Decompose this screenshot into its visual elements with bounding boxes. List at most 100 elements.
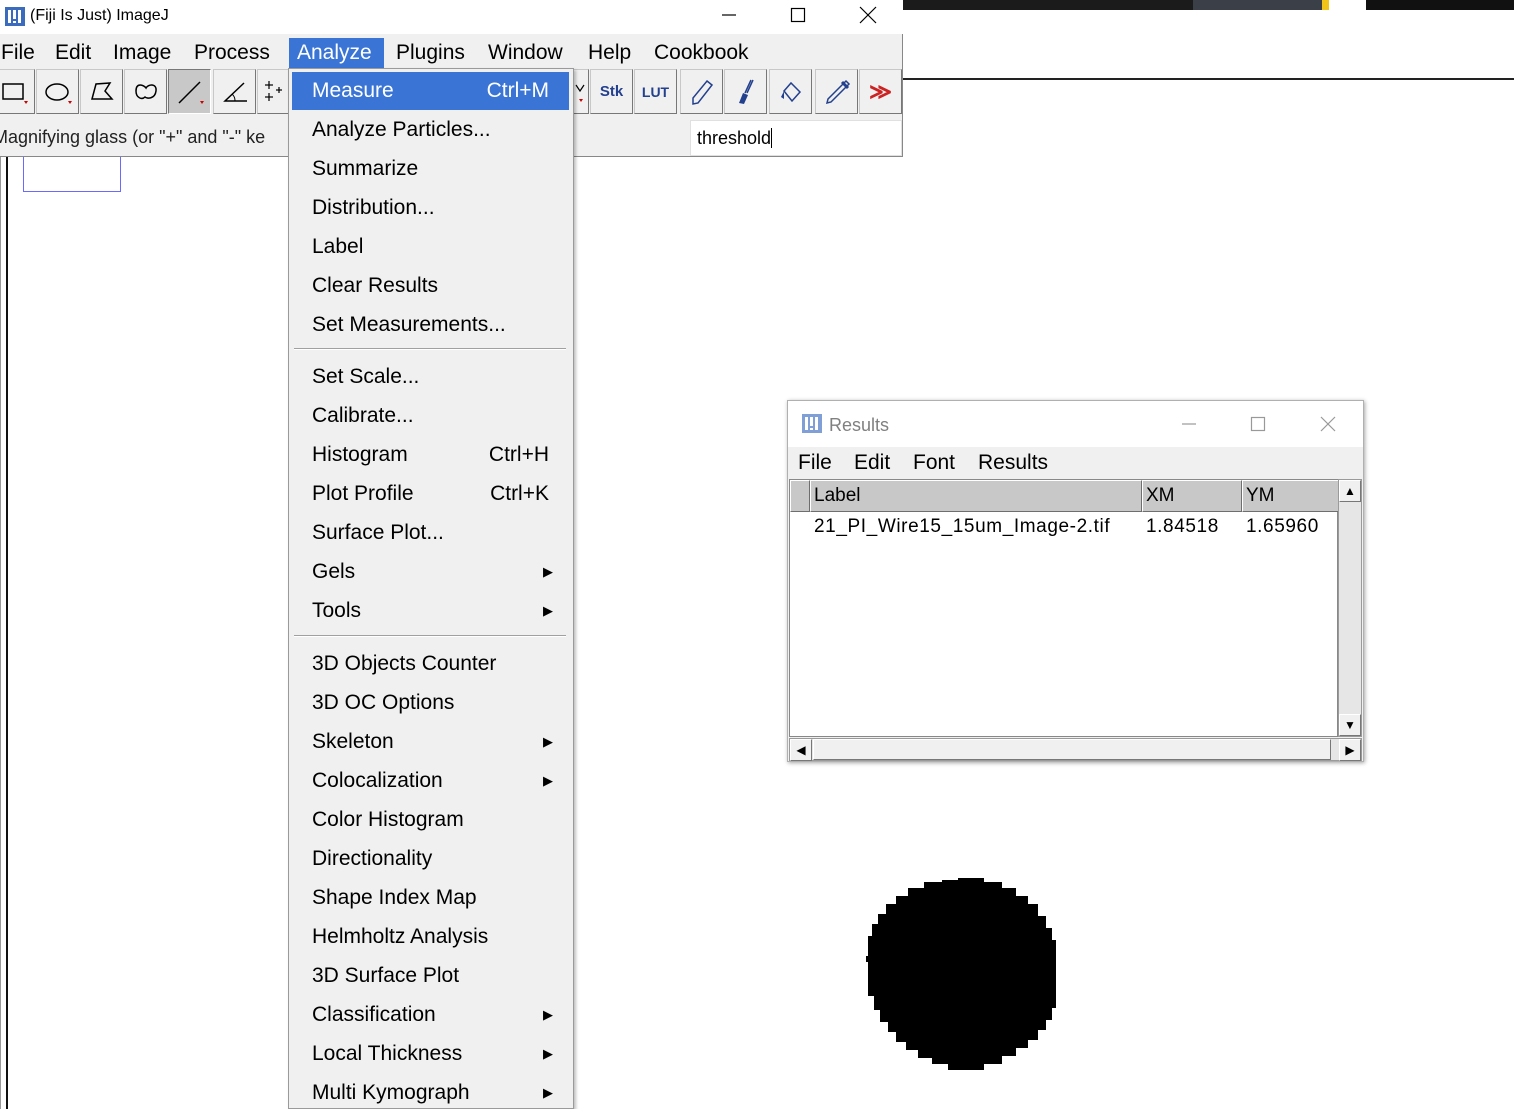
menu-item-measure[interactable]: Measure Ctrl+M [292,72,569,110]
menu-help[interactable]: Help [583,38,636,68]
menu-item-clear-results[interactable]: Clear Results [292,267,569,305]
image-window-border [0,157,1,1109]
brush-tool[interactable] [724,69,767,114]
chevron-down-icon [575,84,585,102]
table-cell-ym[interactable]: 1.65960 [1246,516,1319,538]
menu-item-label: Skeleton [312,730,394,753]
brush-icon [738,79,754,104]
scroll-left-button[interactable]: ◀ [790,739,812,761]
minimize-icon [1182,423,1196,425]
submenu-arrow-icon: ▶ [543,773,553,788]
menu-item-skeleton[interactable]: Skeleton ▶ [292,723,569,761]
submenu-arrow-icon: ▶ [543,1085,553,1100]
results-menu-results[interactable]: Results [978,448,1048,478]
menu-item-summarize[interactable]: Summarize [292,150,569,188]
maximize-button[interactable] [763,0,833,30]
close-button[interactable] [833,0,903,30]
results-close-button[interactable] [1298,409,1358,439]
search-input[interactable]: threshold [690,120,902,156]
lut-tool[interactable]: LUT [634,69,677,114]
menu-item-plot-profile[interactable]: Plot Profile Ctrl+K [292,475,569,513]
menu-cookbook[interactable]: Cookbook [649,38,754,68]
menu-item-label-cmd[interactable]: Label [292,228,569,266]
horizontal-scrollbar[interactable]: ◀ ▶ [789,738,1362,761]
stacks-tool[interactable]: Stk [590,69,633,114]
menu-item-label: Label [312,235,364,258]
menu-item-label: Colocalization [312,769,443,792]
freehand-tool[interactable] [124,69,167,114]
table-cell-label[interactable]: 21_PI_Wire15_15um_Image-2.tif [814,516,1110,538]
results-menu-file[interactable]: File [798,448,832,478]
submenu-arrow-icon: ▶ [543,734,553,749]
results-menu-edit[interactable]: Edit [854,448,890,478]
menu-item-label: Directionality [312,847,433,870]
line-tool[interactable] [168,69,211,114]
roi-rectangle[interactable] [23,157,121,192]
column-header-xm[interactable]: XM [1142,480,1242,512]
background-window-dark [1366,0,1514,10]
minimize-button[interactable] [694,0,764,30]
horizontal-scroll-thumb[interactable] [813,739,1331,760]
arrow-up-icon: ▲ [1344,484,1356,498]
menu-edit[interactable]: Edit [50,38,96,68]
oval-tool[interactable] [36,69,79,114]
menu-item-classification[interactable]: Classification ▶ [292,996,569,1034]
menu-item-analyze-particles[interactable]: Analyze Particles... [292,111,569,149]
menu-item-set-measurements[interactable]: Set Measurements... [292,306,569,344]
menu-plugins[interactable]: Plugins [391,38,470,68]
results-menu-font[interactable]: Font [913,448,955,478]
pipette-tool[interactable] [815,69,858,114]
polygon-tool[interactable] [80,69,123,114]
menu-analyze[interactable]: Analyze [289,38,384,68]
more-tools-button[interactable]: ≫ [859,69,902,114]
menu-image[interactable]: Image [108,38,176,68]
column-header-ym[interactable]: YM [1242,480,1339,512]
rectangle-icon [1,82,28,104]
menu-item-distribution[interactable]: Distribution... [292,189,569,227]
results-table[interactable]: Label XM YM 21_PI_Wire15_15um_Image-2.ti… [789,479,1339,737]
menu-process[interactable]: Process [189,38,275,68]
close-icon [859,6,877,24]
menu-item-calibrate[interactable]: Calibrate... [292,397,569,435]
angle-tool[interactable] [213,69,256,114]
vertical-scrollbar[interactable]: ▲ ▼ [1338,479,1362,737]
row-number-header [790,480,810,512]
point-tool[interactable] [257,69,289,114]
flood-fill-tool[interactable] [769,69,812,114]
scroll-right-button[interactable]: ▶ [1339,739,1361,761]
menu-item-set-scale[interactable]: Set Scale... [292,358,569,396]
menu-item-3d-oc-options[interactable]: 3D OC Options [292,684,569,722]
fiji-logo-icon [802,414,822,433]
column-header-label[interactable]: Label [810,480,1142,512]
menu-item-directionality[interactable]: Directionality [292,840,569,878]
analyze-menu-dropdown: Measure Ctrl+M Analyze Particles... Summ… [288,68,574,1109]
more-tools-icon: ≫ [868,78,893,104]
menu-window[interactable]: Window [483,38,568,68]
menu-item-label: 3D OC Options [312,691,455,714]
results-maximize-button[interactable] [1228,409,1288,439]
submenu-arrow-icon: ▶ [543,564,553,579]
menu-item-color-histogram[interactable]: Color Histogram [292,801,569,839]
menu-item-tools[interactable]: Tools ▶ [292,592,569,630]
menu-item-3d-surface-plot[interactable]: 3D Surface Plot [292,957,569,995]
menu-item-multi-kymograph[interactable]: Multi Kymograph ▶ [292,1074,569,1109]
menu-item-shape-index-map[interactable]: Shape Index Map [292,879,569,917]
menu-item-gels[interactable]: Gels ▶ [292,553,569,591]
pipette-icon [825,79,850,104]
menu-item-3d-objects-counter[interactable]: 3D Objects Counter [292,645,569,683]
menu-item-colocalization[interactable]: Colocalization ▶ [292,762,569,800]
menu-item-helmholtz-analysis[interactable]: Helmholtz Analysis [292,918,569,956]
menu-shortcut: Ctrl+M [486,79,549,102]
menu-item-label: Set Measurements... [312,313,506,336]
results-minimize-button[interactable] [1159,409,1219,439]
scroll-up-button[interactable]: ▲ [1339,480,1361,502]
scroll-down-button[interactable]: ▼ [1339,714,1361,736]
menu-file[interactable]: File [0,38,40,68]
menu-item-local-thickness[interactable]: Local Thickness ▶ [292,1035,569,1073]
pencil-tool[interactable] [680,69,723,114]
main-menubar: File Edit Image Process Analyze Plugins … [0,38,903,68]
menu-item-surface-plot[interactable]: Surface Plot... [292,514,569,552]
rectangle-tool[interactable] [0,69,35,114]
menu-item-histogram[interactable]: Histogram Ctrl+H [292,436,569,474]
table-cell-xm[interactable]: 1.84518 [1146,516,1219,538]
